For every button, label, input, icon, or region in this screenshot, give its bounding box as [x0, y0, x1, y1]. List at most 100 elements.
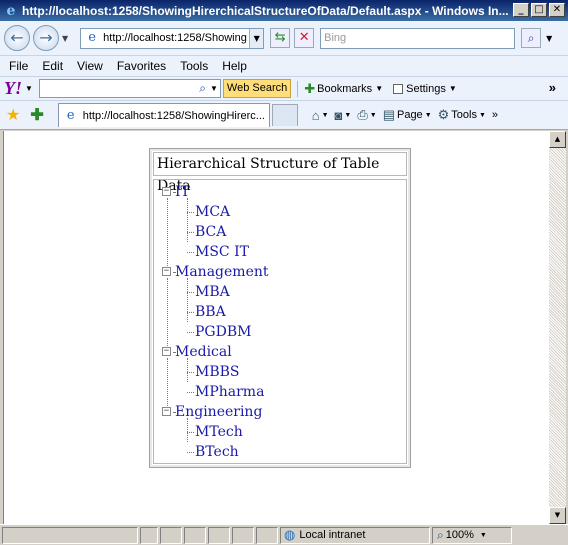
menu-edit[interactable]: Edit — [35, 59, 70, 73]
refresh-button[interactable]: ⇆ — [270, 28, 291, 48]
tree-node-parent[interactable]: Medical — [175, 342, 232, 362]
feeds-button[interactable]: ◙ ▼ — [335, 108, 352, 123]
tree-connector — [187, 372, 194, 373]
tree-connector — [187, 252, 194, 253]
tree-node-parent[interactable]: Management — [175, 262, 269, 282]
status-text-pane — [2, 526, 138, 544]
settings-dropdown-icon: ▼ — [448, 84, 457, 93]
menu-file[interactable]: File — [0, 59, 35, 73]
tree-node-child[interactable]: MPharma — [195, 382, 264, 402]
add-favorites-icon[interactable]: ✚ — [30, 105, 43, 125]
tree-node-child[interactable]: MBBS — [195, 362, 240, 382]
collapse-icon[interactable]: − — [162, 407, 171, 416]
tree-connector — [187, 278, 188, 322]
yahoo-logo[interactable]: Y! — [4, 78, 22, 99]
tree-node-child[interactable]: MCA — [195, 202, 230, 222]
tree-node-child[interactable]: MTech — [195, 422, 243, 442]
address-input[interactable]: http://localhost:1258/Showing — [103, 32, 249, 44]
yahoo-search-input[interactable]: ⌕ ▼ — [38, 79, 221, 98]
tree-node-child[interactable]: MSC IT — [195, 242, 249, 262]
stop-button[interactable]: ✕ — [294, 28, 315, 48]
tree-connector — [187, 418, 188, 442]
search-button[interactable]: ⌕ — [521, 28, 542, 48]
favorites-star-icon[interactable]: ★ — [6, 105, 20, 125]
close-button[interactable]: ✕ — [549, 3, 565, 17]
toolbar-overflow-button[interactable]: » — [549, 80, 556, 95]
back-button[interactable]: ← — [4, 25, 30, 51]
window-controls: _ □ ✕ — [513, 3, 565, 17]
tree-node-child[interactable]: BBA — [195, 302, 226, 322]
tree-connector — [187, 312, 194, 313]
maximize-button[interactable]: □ — [531, 3, 547, 17]
tree-node-parent[interactable]: Engineering — [175, 402, 262, 422]
page-menu-label: Page — [396, 109, 423, 121]
collapse-icon[interactable]: − — [162, 187, 171, 196]
status-pane — [140, 526, 158, 544]
page-menu-button[interactable]: ▤ Page ▼ — [383, 107, 432, 123]
search-options-dropdown-icon[interactable]: ▼ — [543, 34, 555, 43]
menu-favorites[interactable]: Favorites — [110, 59, 173, 73]
tab-current[interactable]: e http://localhost:1258/ShowingHirerc... — [57, 103, 270, 127]
window-title: http://localhost:1258/ShowingHirerchical… — [22, 3, 509, 18]
tree-connector — [167, 358, 168, 406]
tree-connector — [187, 332, 194, 333]
command-bar: ⌂ ▼ ◙ ▼ ⎙ ▼ ▤ Page ▼ ⚙ Tools ▼ » — [306, 107, 498, 123]
printer-icon: ⎙ — [357, 107, 368, 122]
tree-connector — [167, 278, 168, 346]
print-dropdown-icon: ▼ — [369, 111, 377, 119]
yahoo-menu-dropdown-icon[interactable]: ▼ — [25, 84, 33, 93]
address-bar[interactable]: e http://localhost:1258/Showing ▼ — [80, 27, 265, 49]
command-overflow-button[interactable]: » — [492, 109, 498, 121]
tree-heading: Hierarchical Structure of Table Data — [153, 152, 407, 194]
search-input[interactable]: Bing — [320, 27, 516, 49]
scroll-up-button[interactable]: ▲ — [549, 131, 566, 148]
tree-node-child[interactable]: BTech — [195, 442, 239, 462]
yahoo-search-dropdown-icon[interactable]: ▼ — [210, 80, 218, 97]
zoom-icon: ⌕ — [437, 527, 444, 542]
bookmark-star-icon: ✚ — [304, 80, 316, 96]
forward-button[interactable]: → — [33, 25, 59, 51]
menu-tools[interactable]: Tools — [173, 59, 215, 73]
globe-icon: ◍ — [284, 527, 296, 542]
status-pane — [208, 526, 230, 544]
home-button[interactable]: ⌂ ▼ — [312, 108, 329, 123]
settings-button[interactable]: Settings ▼ — [393, 83, 457, 95]
tree-panel: Hierarchical Structure of Table Data − IT… — [149, 148, 411, 468]
tools-menu-button[interactable]: ⚙ Tools ▼ — [438, 107, 486, 123]
tree-node-child[interactable]: BCA — [195, 222, 226, 242]
tree-node-child[interactable]: PGDBM — [195, 322, 251, 342]
status-pane — [232, 526, 254, 544]
scroll-down-button[interactable]: ▼ — [549, 507, 566, 524]
vertical-scrollbar[interactable]: ▲ ▼ — [549, 131, 566, 524]
rss-feed-icon: ◙ — [334, 107, 343, 123]
minimize-button[interactable]: _ — [513, 3, 529, 17]
zone-label: Local intranet — [299, 529, 366, 541]
tree-connector — [187, 232, 194, 233]
address-dropdown-icon[interactable]: ▼ — [249, 28, 264, 48]
stop-icon: ✕ — [298, 30, 310, 45]
home-icon: ⌂ — [311, 107, 320, 123]
tree-connector — [187, 392, 194, 393]
search-icon: ⌕ — [527, 31, 535, 45]
web-search-button[interactable]: Web Search — [222, 79, 292, 98]
tree-node-child[interactable]: MBA — [195, 282, 230, 302]
menu-help[interactable]: Help — [215, 59, 254, 73]
scroll-track[interactable] — [549, 148, 566, 507]
collapse-icon[interactable]: − — [162, 267, 171, 276]
tools-menu-label: Tools — [451, 109, 477, 121]
security-zone[interactable]: ◍ Local intranet — [280, 526, 430, 544]
menu-view[interactable]: View — [70, 59, 110, 73]
back-arrow-icon: ← — [10, 28, 24, 47]
feeds-dropdown-icon: ▼ — [344, 111, 352, 119]
status-pane — [160, 526, 182, 544]
page-icon: e — [88, 30, 96, 45]
menu-bar: File Edit View Favorites Tools Help — [0, 55, 568, 76]
zoom-control[interactable]: ⌕ 100% ▼ — [432, 526, 512, 544]
history-dropdown-icon[interactable]: ▼ — [62, 34, 68, 43]
new-tab-button[interactable] — [271, 104, 298, 126]
magnifier-icon: ⌕ — [199, 81, 206, 95]
collapse-icon[interactable]: − — [162, 347, 171, 356]
home-dropdown-icon: ▼ — [321, 111, 329, 119]
print-button[interactable]: ⎙ ▼ — [357, 107, 376, 123]
bookmarks-button[interactable]: ✚ Bookmarks ▼ — [304, 81, 383, 97]
